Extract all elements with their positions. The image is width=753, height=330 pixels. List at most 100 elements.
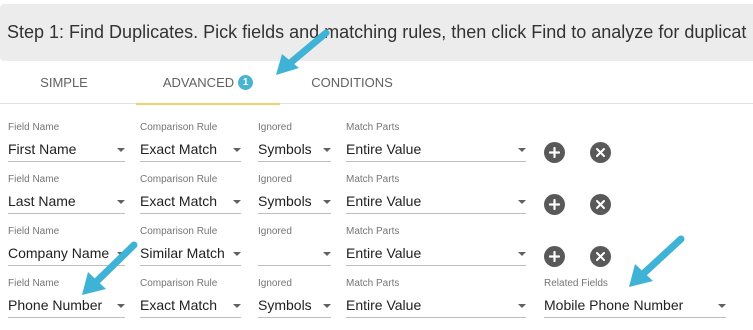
ignored-value: Symbols	[258, 297, 312, 313]
remove-rule-button[interactable]	[590, 194, 611, 215]
field-name-value: Company Name	[8, 245, 110, 261]
caret-down-icon	[323, 148, 331, 152]
caret-down-icon	[233, 304, 241, 308]
tab-advanced-label: ADVANCED	[162, 75, 235, 90]
field-name-select[interactable]: First Name	[8, 136, 125, 162]
tab-advanced-badge: 1	[238, 75, 254, 90]
comparison-rule-label: Comparison Rule	[140, 174, 218, 185]
caret-down-icon	[518, 304, 526, 308]
step-instructions: Step 1: Find Duplicates. Pick fields and…	[0, 4, 753, 61]
ignored-select[interactable]: Symbols	[258, 136, 331, 162]
ignored-select[interactable]	[258, 240, 331, 266]
related-fields-value: Mobile Phone Number	[544, 297, 684, 313]
comparison-rule-label: Comparison Rule	[140, 278, 218, 289]
field-name-field: Field Name Phone Number	[8, 276, 125, 328]
comparison-rule-select[interactable]: Exact Match	[140, 292, 241, 318]
caret-down-icon	[117, 252, 125, 256]
caret-down-icon	[323, 304, 331, 308]
rule-row: Field Name First Name Comparison Rule Ex…	[0, 120, 753, 172]
comparison-rule-select[interactable]: Similar Match	[140, 240, 241, 266]
rule-row: Field Name Company Name Comparison Rule …	[0, 224, 753, 276]
ignored-select[interactable]: Symbols	[258, 292, 331, 318]
tab-simple-label: SIMPLE	[40, 75, 88, 90]
caret-down-icon	[233, 252, 241, 256]
remove-rule-button[interactable]	[590, 142, 611, 163]
tab-conditions-label: CONDITIONS	[311, 75, 393, 90]
caret-down-icon	[518, 148, 526, 152]
tab-conditions[interactable]: CONDITIONS	[280, 61, 424, 104]
caret-down-icon	[117, 148, 125, 152]
field-name-field: Field Name Company Name	[8, 224, 125, 276]
tab-simple[interactable]: SIMPLE	[0, 61, 128, 104]
comparison-rule-select[interactable]: Exact Match	[140, 188, 241, 214]
field-name-label: Field Name	[8, 278, 60, 289]
match-parts-select[interactable]: Entire Value	[346, 136, 526, 162]
plus-icon	[549, 147, 560, 158]
ignored-label: Ignored	[258, 122, 292, 133]
match-parts-field: Match Parts Entire Value	[346, 172, 526, 224]
field-name-select[interactable]: Company Name	[8, 240, 125, 266]
ignored-value: Symbols	[258, 141, 312, 157]
match-parts-label: Match Parts	[346, 278, 400, 289]
comparison-rule-label: Comparison Rule	[140, 226, 218, 237]
caret-down-icon	[518, 200, 526, 204]
ignored-label: Ignored	[258, 174, 292, 185]
comparison-rule-value: Exact Match	[140, 141, 218, 157]
field-name-select[interactable]: Phone Number	[8, 292, 125, 318]
match-parts-select[interactable]: Entire Value	[346, 292, 526, 318]
remove-rule-button[interactable]	[590, 246, 611, 267]
ignored-value: Symbols	[258, 193, 312, 209]
match-parts-label: Match Parts	[346, 122, 400, 133]
caret-down-icon	[117, 304, 125, 308]
field-name-value: Phone Number	[8, 297, 103, 313]
caret-down-icon	[233, 200, 241, 204]
field-name-label: Field Name	[8, 122, 60, 133]
field-name-field: Field Name Last Name	[8, 172, 125, 224]
ignored-field: Ignored Symbols	[258, 276, 331, 328]
comparison-rule-field: Comparison Rule Similar Match	[140, 224, 241, 276]
plus-icon	[549, 199, 560, 210]
ignored-select[interactable]: Symbols	[258, 188, 331, 214]
close-icon	[596, 200, 605, 209]
close-icon	[596, 148, 605, 157]
match-parts-select[interactable]: Entire Value	[346, 240, 526, 266]
comparison-rule-value: Exact Match	[140, 297, 218, 313]
comparison-rule-field: Comparison Rule Exact Match	[140, 172, 241, 224]
plus-icon	[549, 251, 560, 262]
add-rule-button[interactable]	[544, 194, 565, 215]
match-parts-select[interactable]: Entire Value	[346, 188, 526, 214]
match-parts-value: Entire Value	[346, 141, 422, 157]
caret-down-icon	[323, 200, 331, 204]
match-parts-value: Entire Value	[346, 297, 422, 313]
field-name-label: Field Name	[8, 226, 60, 237]
related-fields-field: Related Fields Mobile Phone Number	[544, 276, 726, 328]
comparison-rule-value: Similar Match	[140, 245, 225, 261]
add-rule-button[interactable]	[544, 142, 565, 163]
comparison-rule-field: Comparison Rule Exact Match	[140, 276, 241, 328]
ignored-label: Ignored	[258, 278, 292, 289]
match-parts-value: Entire Value	[346, 245, 422, 261]
rule-row: Field Name Phone Number Comparison Rule …	[0, 276, 753, 328]
caret-down-icon	[518, 252, 526, 256]
caret-down-icon	[718, 304, 726, 308]
field-name-value: Last Name	[8, 193, 76, 209]
match-parts-label: Match Parts	[346, 174, 400, 185]
add-rule-button[interactable]	[544, 246, 565, 267]
match-parts-label: Match Parts	[346, 226, 400, 237]
comparison-rule-label: Comparison Rule	[140, 122, 218, 133]
related-fields-select[interactable]: Mobile Phone Number	[544, 292, 726, 318]
close-icon	[596, 252, 605, 261]
comparison-rule-value: Exact Match	[140, 193, 218, 209]
comparison-rule-select[interactable]: Exact Match	[140, 136, 241, 162]
rule-row: Field Name Last Name Comparison Rule Exa…	[0, 172, 753, 224]
field-name-field: Field Name First Name	[8, 120, 125, 172]
tab-advanced[interactable]: ADVANCED 1	[136, 61, 280, 105]
field-name-label: Field Name	[8, 174, 60, 185]
match-parts-field: Match Parts Entire Value	[346, 120, 526, 172]
ignored-field: Ignored	[258, 224, 331, 276]
related-fields-label: Related Fields	[544, 278, 608, 289]
ignored-label: Ignored	[258, 226, 292, 237]
field-name-select[interactable]: Last Name	[8, 188, 125, 214]
field-name-value: First Name	[8, 141, 77, 157]
tab-bar: SIMPLE ADVANCED 1 CONDITIONS	[0, 61, 753, 105]
